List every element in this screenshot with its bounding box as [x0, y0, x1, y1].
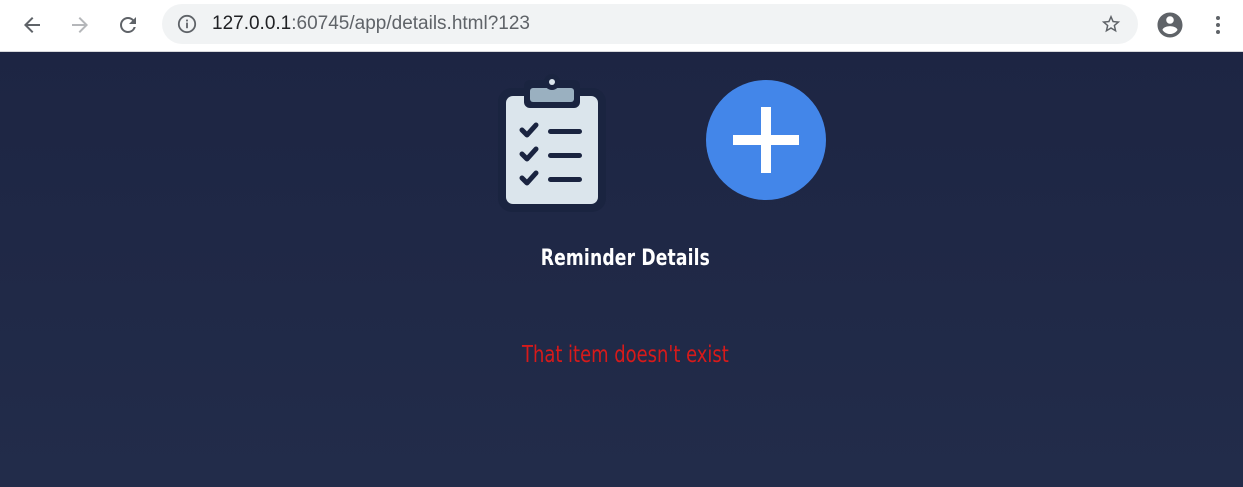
- page-content: Reminder Details That item doesn't exist: [0, 52, 1243, 487]
- reload-icon[interactable]: [111, 8, 145, 42]
- star-icon[interactable]: [1100, 13, 1122, 35]
- page-title: Reminder Details: [540, 246, 711, 271]
- add-reminder-button[interactable]: [706, 80, 826, 200]
- address-host: 127.0.0.1: [212, 13, 292, 34]
- clipboard-checklist-icon[interactable]: [492, 74, 612, 214]
- more-vert-icon[interactable]: [1201, 8, 1235, 42]
- forward-arrow-icon[interactable]: [63, 8, 97, 42]
- address-bar[interactable]: 127.0.0.1:60745/app/details.html?123: [162, 4, 1138, 44]
- address-url[interactable]: 127.0.0.1:60745/app/details.html?123: [212, 4, 530, 44]
- error-message: That item doesn't exist: [521, 342, 729, 368]
- info-icon[interactable]: [177, 14, 197, 34]
- account-icon[interactable]: [1153, 8, 1187, 42]
- browser-toolbar: 127.0.0.1:60745/app/details.html?123: [0, 0, 1243, 52]
- address-path: :60745/app/details.html?123: [291, 13, 530, 34]
- back-arrow-icon[interactable]: [15, 8, 49, 42]
- plus-icon-vertical: [761, 107, 771, 173]
